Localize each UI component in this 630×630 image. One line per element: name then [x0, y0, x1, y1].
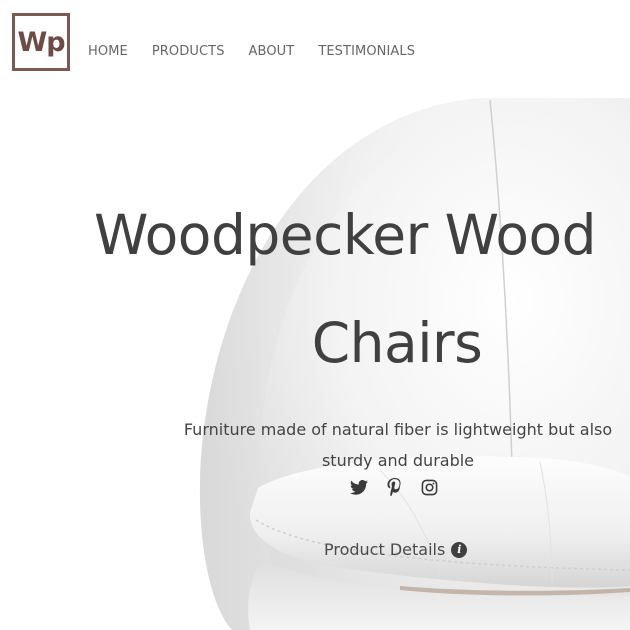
site-logo[interactable]: Wp — [12, 13, 70, 71]
nav-item-about[interactable]: ABOUT — [249, 44, 295, 59]
twitter-icon[interactable] — [348, 476, 370, 498]
info-circle-icon: i — [451, 541, 468, 558]
hero-subtitle: Furniture made of natural fiber is light… — [183, 420, 613, 470]
nav-item-products[interactable]: PRODUCTS — [152, 44, 225, 59]
site-header: Wp HOME PRODUCTS ABOUT TESTIMONIALS — [0, 0, 630, 100]
instagram-icon[interactable] — [418, 476, 440, 498]
nav-item-home[interactable]: HOME — [88, 44, 128, 59]
landing-page: Wp HOME PRODUCTS ABOUT TESTIMONIALS Wood… — [0, 0, 630, 630]
product-details-label: Product Details — [324, 540, 446, 559]
product-details-link[interactable]: Product Details i — [324, 540, 468, 559]
main-nav: HOME PRODUCTS ABOUT TESTIMONIALS — [88, 44, 439, 59]
hero-title: Woodpecker Wood — [94, 203, 597, 267]
nav-item-testimonials[interactable]: TESTIMONIALS — [318, 44, 415, 59]
hero-title-line2: Chairs — [311, 311, 483, 375]
social-links — [348, 476, 453, 498]
pinterest-icon[interactable] — [383, 476, 405, 498]
